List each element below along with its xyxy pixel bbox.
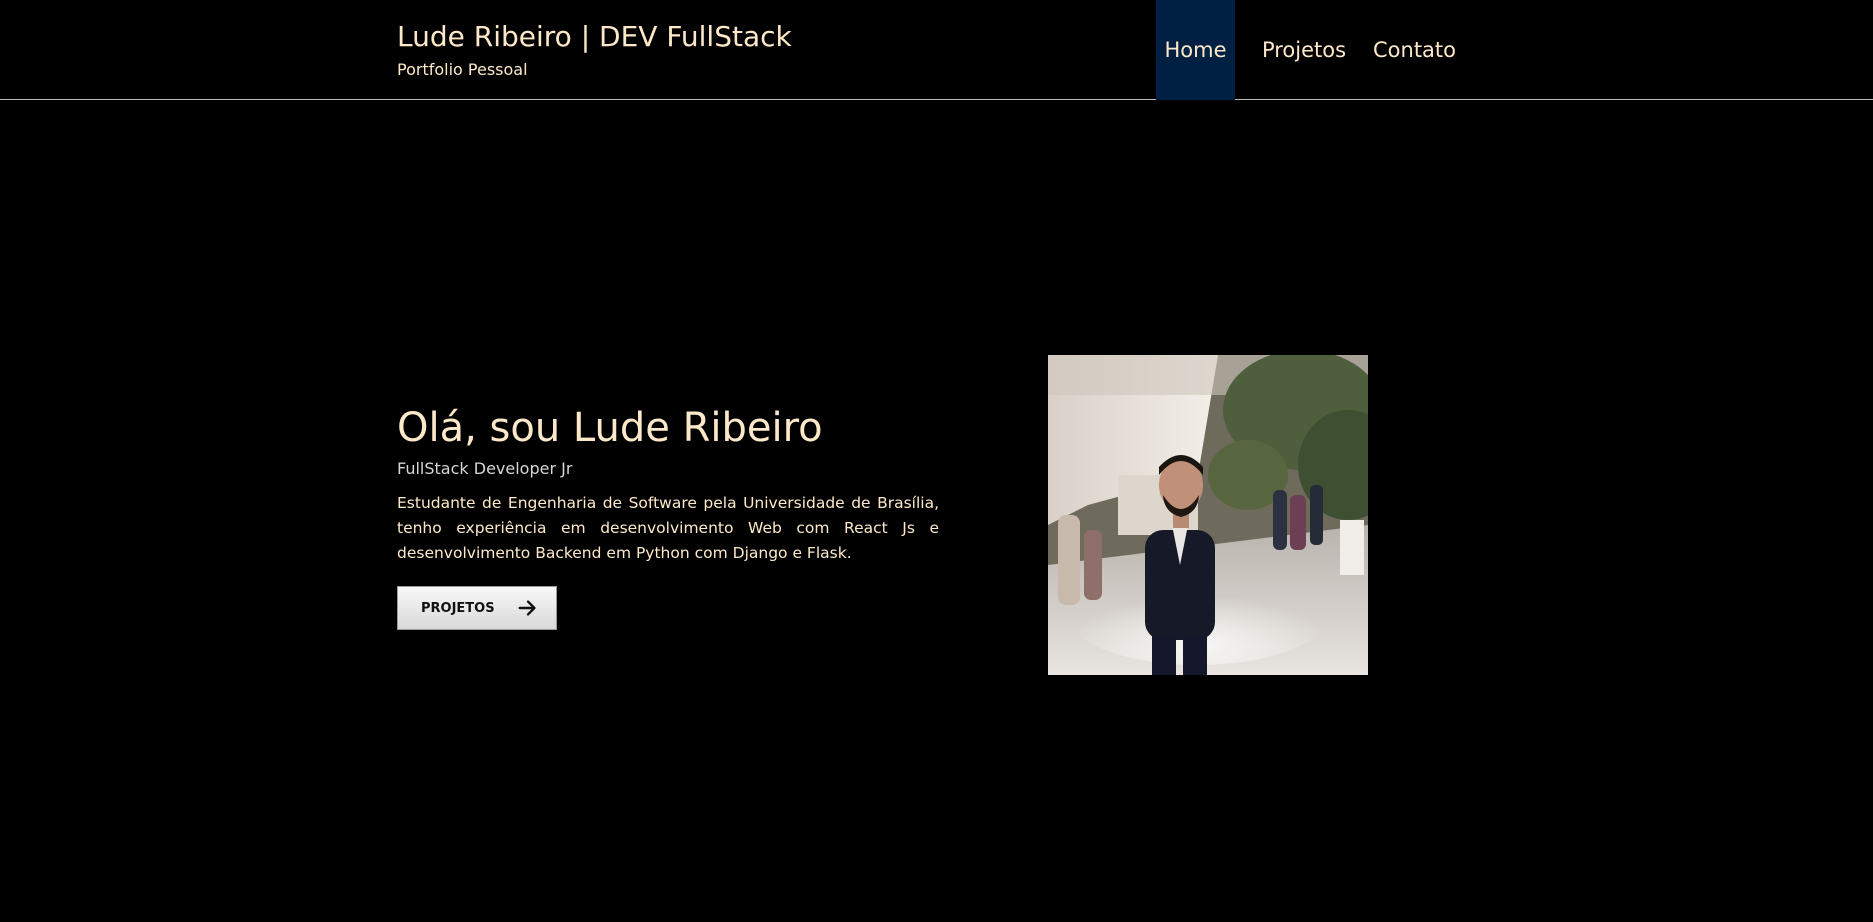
nav-projetos[interactable]: Projetos <box>1235 0 1373 100</box>
hero-description: Estudante de Engenharia de Software pela… <box>397 494 939 562</box>
site-title[interactable]: Lude Ribeiro | DEV FullStack <box>397 18 792 56</box>
projetos-button-label: PROJETOS <box>421 600 495 616</box>
profile-photo-image <box>1048 355 1368 675</box>
site-subtitle: Portfolio Pessoal <box>397 60 528 79</box>
hero-role: FullStack Developer Jr <box>397 459 573 478</box>
hero-section: Olá, sou Lude Ribeiro FullStack Develope… <box>397 400 939 630</box>
profile-photo <box>1048 355 1368 675</box>
hero-title: Olá, sou Lude Ribeiro <box>397 405 823 451</box>
nav-home[interactable]: Home <box>1156 0 1235 100</box>
main-nav: Home Projetos Contato <box>1156 0 1478 100</box>
projetos-button[interactable]: PROJETOS <box>397 586 557 630</box>
nav-contato[interactable]: Contato <box>1373 0 1478 100</box>
site-header: Lude Ribeiro | DEV FullStack Portfolio P… <box>0 0 1873 100</box>
brand: Lude Ribeiro | DEV FullStack Portfolio P… <box>397 18 792 81</box>
arrow-right-icon <box>518 600 536 616</box>
